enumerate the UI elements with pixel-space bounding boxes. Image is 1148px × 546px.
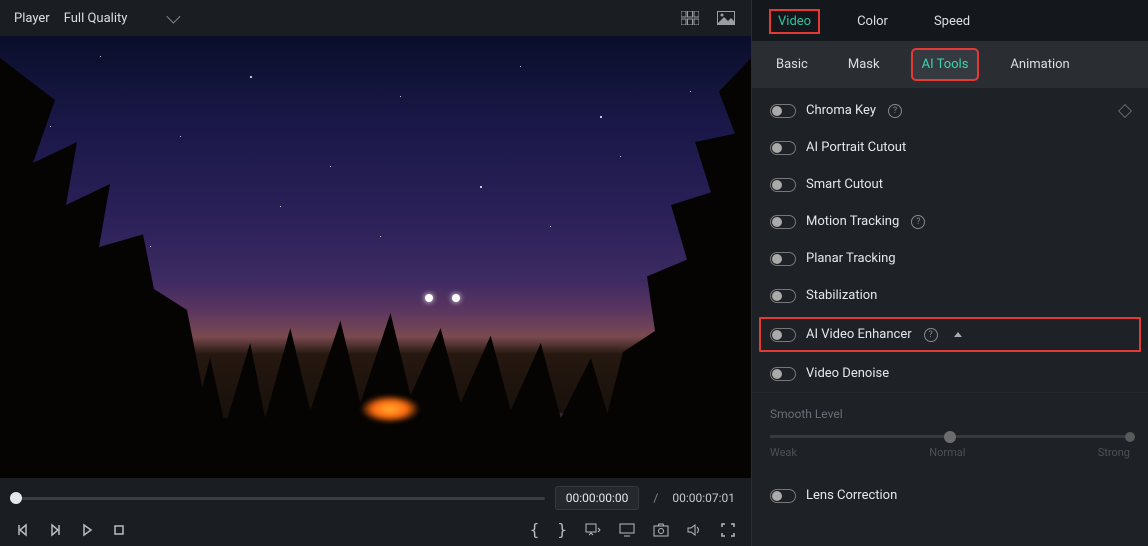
image-icon[interactable] xyxy=(715,7,737,29)
toggle-lens-correction[interactable] xyxy=(770,489,796,503)
toggle-ai-portrait-cutout[interactable] xyxy=(770,141,796,155)
label-motion-tracking: Motion Tracking xyxy=(806,214,899,229)
player-header: Player Full Quality xyxy=(0,0,751,36)
campfire-glow xyxy=(360,395,420,423)
toggle-planar-tracking[interactable] xyxy=(770,252,796,266)
toggle-video-denoise[interactable] xyxy=(770,367,796,381)
keyframe-icon[interactable] xyxy=(1118,103,1132,117)
celestial-object xyxy=(452,294,460,302)
label-ai-portrait-cutout: AI Portrait Cutout xyxy=(806,140,906,155)
toggle-motion-tracking[interactable] xyxy=(770,215,796,229)
mark-in-button[interactable]: { xyxy=(530,520,540,539)
grid-view-icon[interactable] xyxy=(679,7,701,29)
tool-video-denoise: Video Denoise xyxy=(752,355,1148,392)
play-range-button[interactable] xyxy=(48,523,62,537)
smooth-strong: Strong xyxy=(1098,446,1130,459)
help-icon[interactable]: ? xyxy=(911,215,925,229)
label-smart-cutout: Smart Cutout xyxy=(806,177,883,192)
toggle-smart-cutout[interactable] xyxy=(770,178,796,192)
player-panel: Player Full Quality xyxy=(0,0,752,546)
tool-ai-portrait-cutout: AI Portrait Cutout xyxy=(752,129,1148,166)
tab-video[interactable]: Video xyxy=(770,10,819,33)
marker-dropdown[interactable] xyxy=(585,523,601,537)
label-chroma-key: Chroma Key xyxy=(806,103,876,118)
tab-color[interactable]: Color xyxy=(849,10,896,33)
help-icon[interactable]: ? xyxy=(888,104,902,118)
tool-stabilization: Stabilization xyxy=(752,277,1148,314)
toggle-stabilization[interactable] xyxy=(770,289,796,303)
play-button[interactable] xyxy=(80,523,94,537)
smooth-level-slider[interactable] xyxy=(770,435,1130,438)
top-tab-bar: Video Color Speed xyxy=(752,0,1148,41)
label-stabilization: Stabilization xyxy=(806,288,877,303)
smooth-level-label: Smooth Level xyxy=(770,407,1130,421)
label-ai-video-enhancer: AI Video Enhancer xyxy=(806,327,912,342)
subtab-basic[interactable]: Basic xyxy=(768,45,816,84)
subtab-animation[interactable]: Animation xyxy=(1002,45,1077,84)
tool-smart-cutout: Smart Cutout xyxy=(752,166,1148,203)
sub-tab-bar: Basic Mask AI Tools Animation xyxy=(752,41,1148,88)
tool-motion-tracking: Motion Tracking ? xyxy=(752,203,1148,240)
tool-chroma-key: Chroma Key ? xyxy=(752,92,1148,129)
celestial-object xyxy=(425,294,433,302)
snapshot-button[interactable] xyxy=(653,523,669,537)
label-planar-tracking: Planar Tracking xyxy=(806,251,896,266)
display-button[interactable] xyxy=(619,523,635,537)
label-video-denoise: Video Denoise xyxy=(806,366,889,381)
fullscreen-button[interactable] xyxy=(721,523,735,537)
subtab-mask[interactable]: Mask xyxy=(840,45,888,84)
video-preview[interactable] xyxy=(0,36,751,478)
duration: 00:00:07:01 xyxy=(672,491,735,505)
player-label: Player xyxy=(14,11,50,26)
label-lens-correction: Lens Correction xyxy=(806,488,897,503)
toggle-ai-video-enhancer[interactable] xyxy=(770,328,796,342)
smooth-normal: Normal xyxy=(929,446,965,459)
current-time[interactable]: 00:00:00:00 xyxy=(555,486,640,510)
playback-controls: 00:00:00:00 / 00:00:07:01 { } xyxy=(0,478,751,546)
help-icon[interactable]: ? xyxy=(924,328,938,342)
slider-thumb[interactable] xyxy=(944,431,956,443)
tab-speed[interactable]: Speed xyxy=(926,10,978,33)
stop-button[interactable] xyxy=(112,523,126,537)
quality-value: Full Quality xyxy=(64,11,128,26)
tool-ai-video-enhancer: AI Video Enhancer ? xyxy=(758,316,1142,353)
seek-thumb[interactable] xyxy=(10,492,22,504)
expand-icon[interactable] xyxy=(954,332,962,337)
slider-end-cap xyxy=(1125,432,1135,442)
smooth-level-section: Smooth Level Weak Normal Strong xyxy=(752,392,1148,477)
seek-slider[interactable] xyxy=(16,497,545,500)
subtab-ai-tools[interactable]: AI Tools xyxy=(912,49,979,80)
prev-frame-button[interactable] xyxy=(16,523,30,537)
mark-out-button[interactable]: } xyxy=(557,520,567,539)
volume-button[interactable] xyxy=(687,523,703,537)
chevron-down-icon xyxy=(167,10,181,24)
smooth-weak: Weak xyxy=(770,446,797,459)
properties-panel: Video Color Speed Basic Mask AI Tools An… xyxy=(752,0,1148,546)
ai-tools-list: Chroma Key ? AI Portrait Cutout Smart Cu… xyxy=(752,88,1148,546)
time-separator: / xyxy=(649,491,662,505)
tool-lens-correction: Lens Correction xyxy=(752,477,1148,514)
tool-planar-tracking: Planar Tracking xyxy=(752,240,1148,277)
quality-dropdown[interactable]: Full Quality xyxy=(64,11,178,26)
toggle-chroma-key[interactable] xyxy=(770,104,796,118)
